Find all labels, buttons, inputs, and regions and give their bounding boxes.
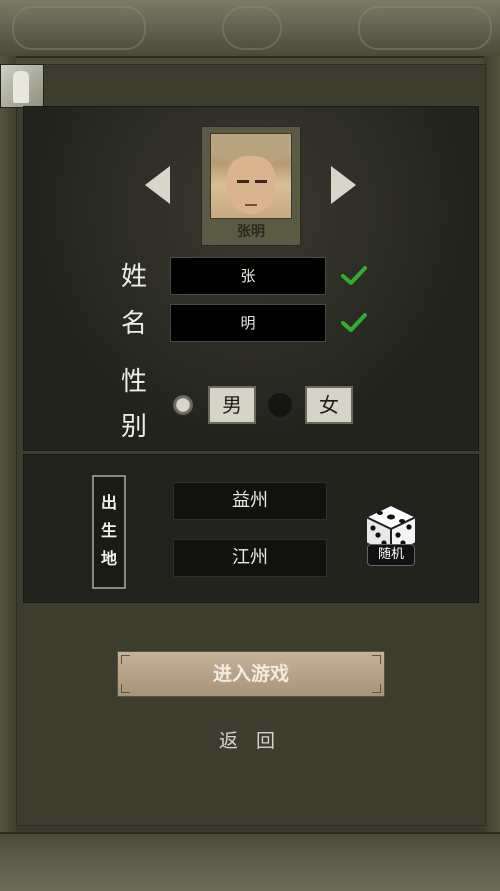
gender-female-radio[interactable] [268, 393, 292, 417]
portrait-eye-left [237, 180, 249, 183]
birthplace-tag: 出 生 地 [92, 475, 126, 589]
prev-portrait-button[interactable] [145, 166, 170, 204]
given-name-label: 名 [121, 309, 148, 339]
surname-check-icon [341, 266, 367, 285]
portrait-image [210, 133, 292, 219]
portrait-eye-right [255, 180, 267, 183]
province-selector[interactable]: 益州 [173, 482, 327, 520]
gender-female-button[interactable]: 女 [305, 386, 353, 424]
given-name-field[interactable]: 明 [170, 304, 326, 342]
dragon-ornament-left [12, 6, 146, 50]
region-selector[interactable]: 江州 [173, 539, 327, 577]
gender-label-top: 性 [121, 367, 148, 397]
right-frame-border [484, 56, 500, 832]
surname-label: 姓 [121, 262, 148, 292]
corner-ornament [372, 655, 381, 664]
birthplace-tag-char-2: 生 [100, 521, 117, 540]
enter-game-label: 进入游戏 [212, 663, 289, 685]
gender-male-radio[interactable] [173, 395, 193, 415]
next-portrait-button[interactable] [331, 166, 356, 204]
birthplace-tag-char-1: 出 [100, 493, 117, 512]
corner-ornament [121, 655, 130, 664]
back-button[interactable]: 返 回 [205, 726, 295, 756]
corner-ornament [121, 684, 130, 693]
left-frame-border [0, 56, 16, 832]
gender-male-button[interactable]: 男 [208, 386, 256, 424]
character-portrait[interactable]: 张明 [201, 126, 301, 246]
corner-ornament [372, 684, 381, 693]
given-name-check-icon [341, 313, 367, 332]
medallion-ornament [222, 6, 282, 50]
dragon-ornament-right [358, 6, 492, 50]
gender-label-bottom: 别 [121, 412, 148, 442]
birthplace-tag-char-3: 地 [100, 549, 117, 568]
ornate-bottom-border [0, 832, 500, 891]
surname-field[interactable]: 张 [170, 257, 326, 295]
ornate-top-border [0, 0, 500, 58]
enter-game-button[interactable]: 进入游戏 [117, 651, 385, 697]
random-button-label[interactable]: 随机 [367, 544, 415, 566]
portrait-name: 张明 [237, 224, 265, 240]
scenario-figure [13, 71, 29, 103]
scenario-thumbnail[interactable] [0, 64, 44, 108]
portrait-mouth [245, 204, 257, 206]
